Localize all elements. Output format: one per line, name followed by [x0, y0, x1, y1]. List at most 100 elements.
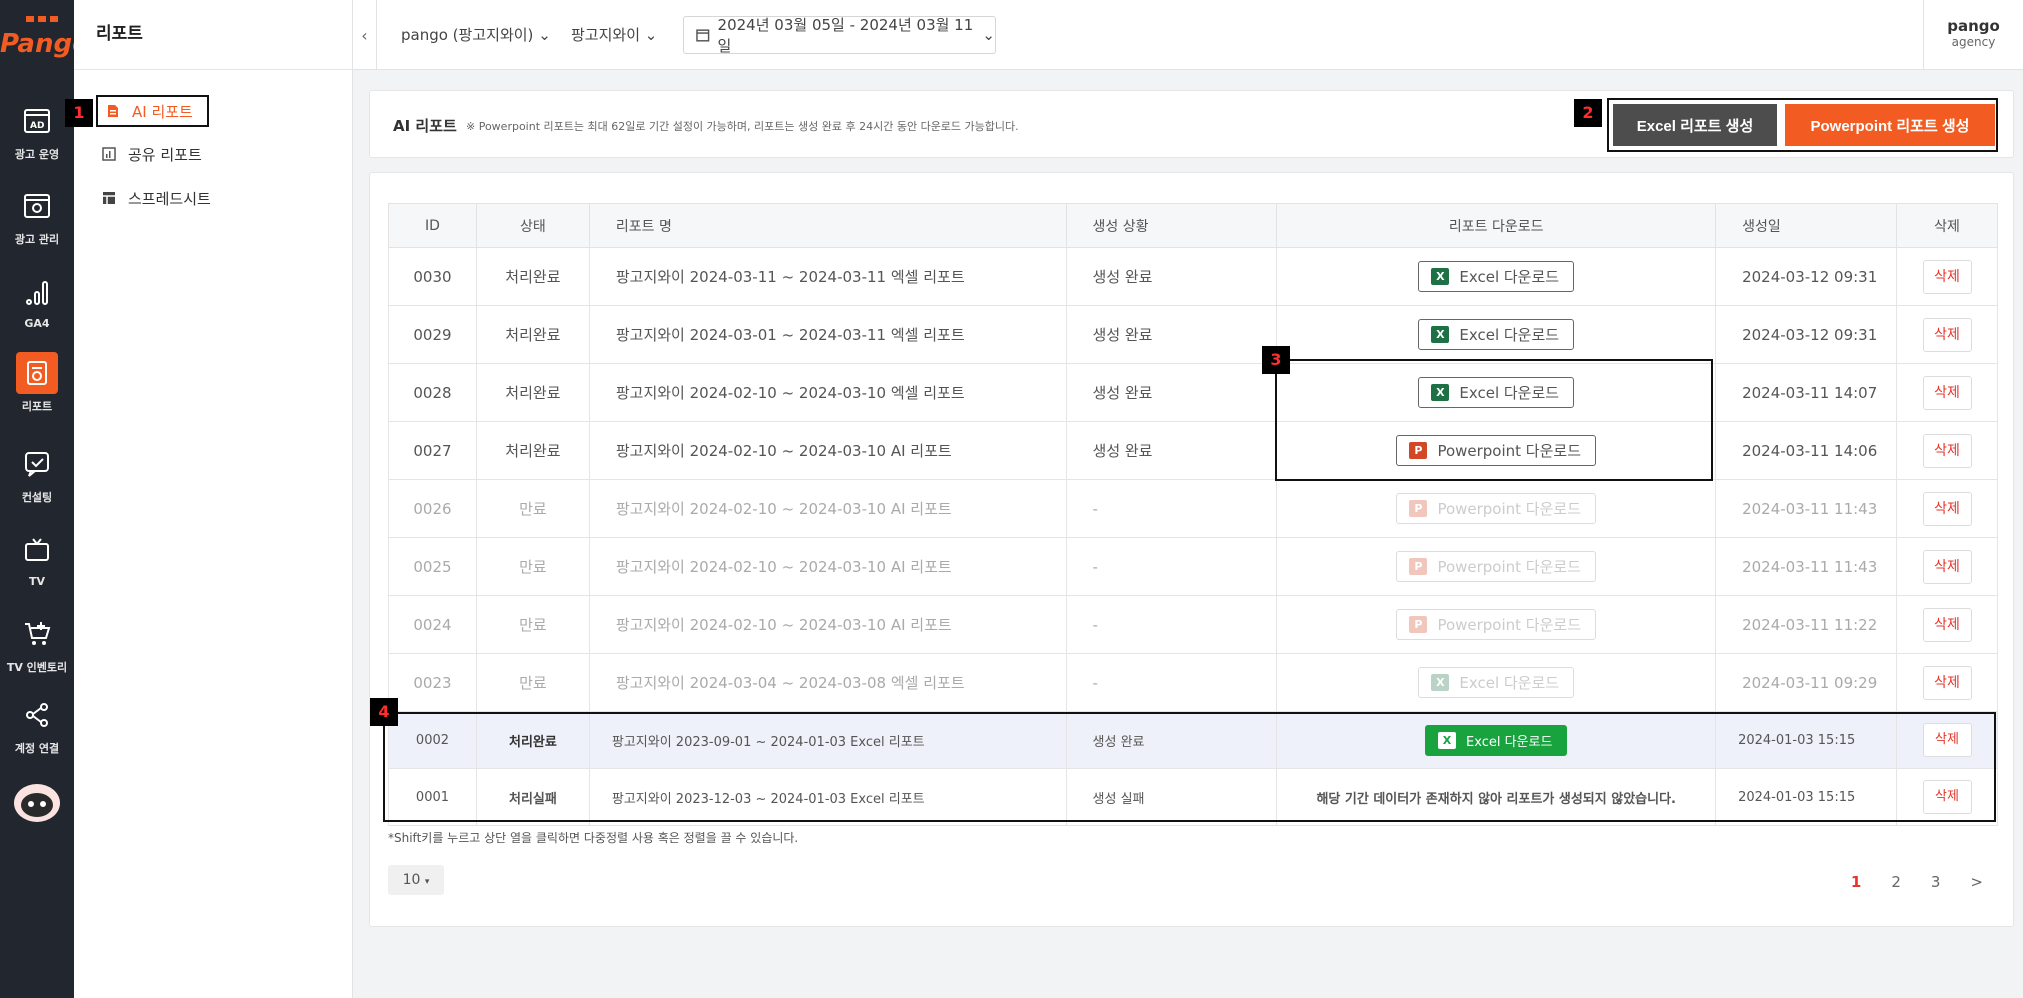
- excel-download-button[interactable]: X Excel 다운로드: [1418, 319, 1575, 350]
- page-size-select[interactable]: 10 ▾: [388, 865, 444, 895]
- cell-created: 2024-03-11 14:06: [1715, 421, 1897, 480]
- cell-download: P Powerpoint 다운로드: [1276, 479, 1717, 538]
- rail-item-consulting[interactable]: 컨설팅: [0, 443, 74, 505]
- table-row: 0027 처리완료 팡고지와이 2024-02-10 ~ 2024-03-10 …: [388, 421, 1998, 480]
- report-subnav: 리포트 AI 리포트 공유 리포트 스프레드시트: [74, 0, 353, 998]
- cell-id: 0030: [388, 247, 477, 306]
- cell-delete: 삭제: [1896, 247, 1998, 306]
- delete-button[interactable]: 삭제: [1922, 665, 1972, 700]
- download-label: Excel 다운로드: [1459, 268, 1560, 286]
- page-link-current[interactable]: 1: [1851, 873, 1861, 891]
- cell-id: 0029: [388, 305, 477, 364]
- delete-button[interactable]: 삭제: [1922, 375, 1972, 410]
- svg-text:AD: AD: [30, 121, 44, 131]
- table-row: 0024 만료 팡고지와이 2024-02-10 ~ 2024-03-10 AI…: [388, 595, 1998, 654]
- table-row: 0026 만료 팡고지와이 2024-02-10 ~ 2024-03-10 AI…: [388, 479, 1998, 538]
- subnav-item-shared-report[interactable]: 공유 리포트: [102, 140, 202, 168]
- rail-item-ad-manage[interactable]: 광고 관리: [0, 185, 74, 247]
- collapse-sidebar-button[interactable]: ‹: [353, 0, 377, 70]
- ppt-file-icon: P: [1409, 616, 1428, 633]
- chatbot-avatar[interactable]: [12, 782, 62, 824]
- cell-delete: 삭제: [1896, 363, 1998, 422]
- cell-progress: -: [1065, 595, 1278, 654]
- cart-icon: [16, 613, 58, 655]
- page-link[interactable]: 3: [1931, 873, 1941, 891]
- rail-item-report[interactable]: 리포트: [0, 352, 74, 414]
- rail-label: TV 인벤토리: [6, 661, 68, 674]
- delete-button[interactable]: 삭제: [1922, 549, 1972, 584]
- cell-created: 2024-03-11 14:07: [1715, 363, 1897, 422]
- cell-status: 만료: [475, 537, 590, 596]
- date-range-value: 2024년 03월 05일 - 2024년 03월 11일: [717, 16, 974, 55]
- excel-download-button[interactable]: X Excel 다운로드: [1418, 261, 1575, 292]
- spreadsheet-icon: [103, 192, 115, 204]
- generate-ppt-report-button[interactable]: Powerpoint 리포트 생성: [1785, 104, 1995, 146]
- ai-report-header-card: AI 리포트 ※ Powerpoint 리포트는 최대 62일로 기간 설정이 …: [369, 90, 2014, 158]
- subnav-item-spreadsheet[interactable]: 스프레드시트: [102, 184, 211, 212]
- download-label: Powerpoint 다운로드: [1437, 616, 1582, 634]
- cell-delete: 삭제: [1896, 537, 1998, 596]
- user-menu[interactable]: pango agency: [1923, 0, 2023, 70]
- subnav-item-ai-report[interactable]: AI 리포트: [96, 95, 209, 127]
- chevron-down-icon: ⌄: [644, 26, 658, 44]
- cell-delete: 삭제: [1896, 653, 1998, 712]
- pagination: 1 2 3 >: [1851, 873, 1983, 891]
- user-name: pango: [1947, 17, 2000, 35]
- column-header-delete[interactable]: 삭제: [1896, 203, 1998, 248]
- user-role: agency: [1951, 35, 1996, 49]
- brand-select[interactable]: 팡고지와이 ⌄: [571, 24, 657, 45]
- rail-item-account-link[interactable]: 계정 연결: [0, 694, 74, 756]
- column-header-name[interactable]: 리포트 명: [588, 203, 1067, 248]
- delete-button[interactable]: 삭제: [1922, 607, 1972, 642]
- top-bar: ‹ pango (팡고지와이) ⌄ 팡고지와이 ⌄ 2024년 03월 05일 …: [353, 0, 2023, 70]
- cell-id: 0027: [388, 421, 477, 480]
- brand-select-value: 팡고지와이: [571, 26, 641, 44]
- cell-status: 처리완료: [475, 421, 590, 480]
- column-header-download[interactable]: 리포트 다운로드: [1276, 203, 1717, 248]
- column-header-id[interactable]: ID: [388, 203, 477, 248]
- column-header-created[interactable]: 생성일: [1715, 203, 1897, 248]
- ppt-file-icon: P: [1409, 558, 1428, 575]
- logo-text: Pango: [0, 29, 74, 58]
- table-header-row: ID 상태 리포트 명 생성 상황 리포트 다운로드 생성일 삭제: [388, 203, 1998, 248]
- cell-created: 2024-03-12 09:31: [1715, 247, 1897, 306]
- rail-item-tv[interactable]: TV: [0, 529, 74, 588]
- next-page-icon[interactable]: >: [1970, 873, 1983, 891]
- document-icon: [108, 105, 118, 117]
- delete-button[interactable]: 삭제: [1922, 433, 1972, 468]
- delete-button[interactable]: 삭제: [1922, 317, 1972, 352]
- delete-button[interactable]: 삭제: [1922, 491, 1972, 526]
- sort-footnote: *Shift키를 누르고 상단 열을 클릭하면 다중정렬 사용 혹은 정렬을 끌…: [388, 831, 799, 845]
- cell-name: 팡고지와이 2024-03-04 ~ 2024-03-08 엑셀 리포트: [588, 653, 1067, 712]
- rail-item-ad-ops[interactable]: AD 광고 운영: [0, 100, 74, 162]
- pango-logo[interactable]: Pango: [0, 8, 90, 59]
- account-select[interactable]: pango (팡고지와이) ⌄: [401, 24, 551, 45]
- annotation-box-3: [1275, 359, 1713, 481]
- rail-item-ga4[interactable]: GA4: [0, 271, 74, 330]
- column-header-status[interactable]: 상태: [475, 203, 590, 248]
- cell-download: X Excel 다운로드: [1276, 247, 1717, 306]
- chevron-down-icon: ⌄: [538, 26, 551, 44]
- table-row: 0030 처리완료 팡고지와이 2024-03-11 ~ 2024-03-11 …: [388, 247, 1998, 306]
- ad-settings-icon: [16, 185, 58, 227]
- delete-button[interactable]: 삭제: [1922, 259, 1972, 294]
- date-range-picker[interactable]: 2024년 03월 05일 - 2024년 03월 11일 ⌄: [683, 16, 996, 55]
- annotation-marker-2: 2: [1574, 99, 1602, 127]
- subnav-title: 리포트: [74, 0, 352, 70]
- page-link[interactable]: 2: [1891, 873, 1901, 891]
- annotation-marker-4: 4: [370, 698, 398, 726]
- ppt-file-icon: P: [1409, 500, 1428, 517]
- tv-icon: [16, 529, 58, 571]
- rail-label: 광고 관리: [14, 233, 60, 246]
- rail-item-tv-inventory[interactable]: TV 인벤토리: [0, 613, 74, 675]
- ppt-download-button-disabled: P Powerpoint 다운로드: [1396, 609, 1597, 640]
- cell-progress: -: [1065, 479, 1278, 538]
- generate-excel-report-button[interactable]: Excel 리포트 생성: [1613, 104, 1777, 146]
- excel-file-icon: X: [1431, 268, 1450, 285]
- cell-progress: 생성 완료: [1065, 305, 1278, 364]
- excel-download-button-disabled: X Excel 다운로드: [1418, 667, 1575, 698]
- download-label: Powerpoint 다운로드: [1437, 558, 1582, 576]
- cell-name: 팡고지와이 2024-02-10 ~ 2024-03-10 엑셀 리포트: [588, 363, 1067, 422]
- column-header-progress[interactable]: 생성 상황: [1065, 203, 1278, 248]
- cell-download: P Powerpoint 다운로드: [1276, 595, 1717, 654]
